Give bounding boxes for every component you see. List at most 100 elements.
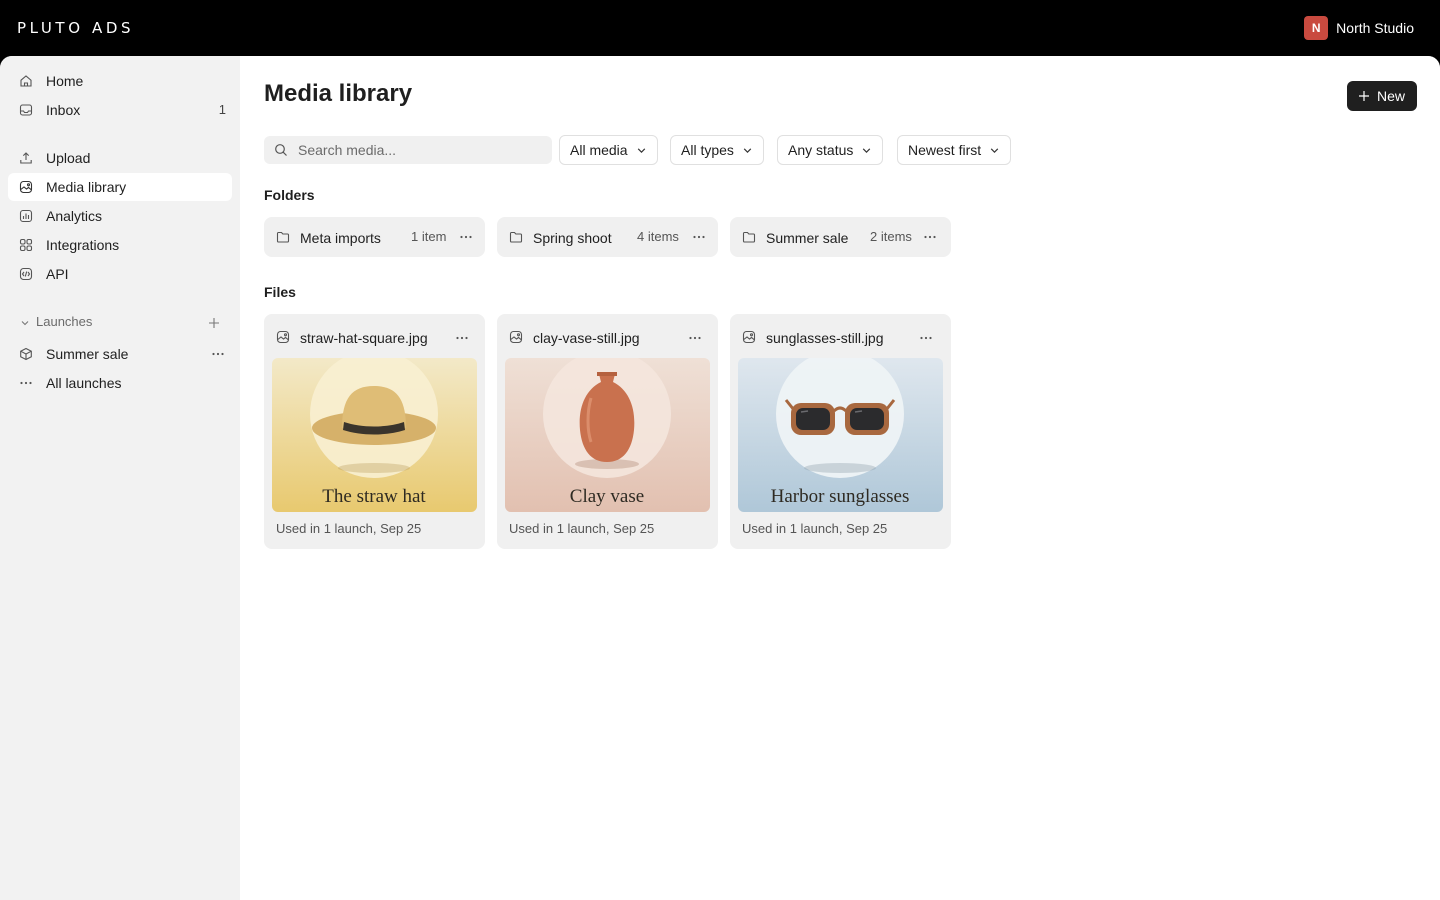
sort-label: Newest first — [908, 142, 982, 158]
folder-name: Summer sale — [766, 230, 849, 246]
more-options-icon[interactable] — [918, 330, 934, 346]
more-options-icon[interactable] — [210, 346, 226, 362]
image-file-icon — [509, 330, 523, 344]
box-icon — [20, 347, 32, 361]
sidebar-item-label: Media library — [46, 179, 127, 195]
file-card[interactable]: sunglasses-still.jpg Harbor sunglasses U… — [730, 314, 951, 549]
media-icon — [19, 180, 33, 194]
sidebar-item-label: All launches — [46, 375, 122, 391]
more-options-icon[interactable] — [458, 229, 474, 245]
image-caption: Harbor sunglasses — [771, 486, 910, 507]
straw-hat-image: The straw hat — [272, 358, 477, 512]
chevron-down-icon — [637, 147, 645, 153]
filter-label: All media — [570, 142, 628, 158]
sunglasses-image: Harbor sunglasses — [738, 358, 943, 512]
file-name: clay-vase-still.jpg — [533, 330, 640, 346]
inbox-count-badge: 1 — [218, 102, 226, 117]
sort-dropdown[interactable]: Newest first — [897, 135, 1012, 165]
image-file-icon — [742, 330, 756, 344]
file-usage-meta: Used in 1 launch, Sep 25 — [276, 521, 422, 536]
sidebar-item-analytics[interactable]: Analytics — [8, 202, 232, 230]
sidebar-item-label: Inbox — [46, 102, 81, 118]
folder-item-count: 1 item — [411, 229, 447, 244]
file-name: straw-hat-square.jpg — [300, 330, 428, 346]
more-options-icon[interactable] — [454, 330, 470, 346]
folder-card[interactable]: Spring shoot 4 items — [497, 217, 718, 257]
add-launch-icon[interactable] — [206, 315, 222, 331]
plus-icon — [1358, 91, 1369, 101]
main-content: Media library New All media All types An… — [240, 56, 1440, 900]
folder-name: Meta imports — [300, 230, 381, 246]
analytics-icon — [19, 209, 33, 223]
sidebar-item-integrations[interactable]: Integrations — [8, 231, 232, 259]
folder-icon — [276, 231, 290, 243]
sidebar-item-media-library[interactable]: Media library — [8, 173, 232, 201]
api-icon — [19, 267, 33, 281]
clay-vase-image: Clay vase — [505, 358, 710, 512]
new-button-label: New — [1376, 88, 1405, 104]
filter-label: All types — [681, 142, 734, 158]
page-title: Media library — [264, 80, 413, 107]
chevron-down-icon — [990, 147, 999, 153]
file-name: sunglasses-still.jpg — [766, 330, 884, 346]
sidebar-item-label: Home — [46, 73, 84, 89]
image-file-icon — [276, 330, 290, 344]
upload-icon — [20, 152, 32, 164]
account-name: North Studio — [1336, 20, 1414, 36]
folder-card[interactable]: Meta imports 1 item — [264, 217, 485, 257]
file-thumbnail[interactable]: Clay vase — [505, 358, 710, 512]
ellipsis-icon — [20, 381, 32, 385]
file-usage-meta: Used in 1 launch, Sep 25 — [509, 521, 655, 536]
search-icon — [275, 144, 287, 156]
avatar: N — [1304, 16, 1329, 40]
sidebar-item-label: Upload — [46, 150, 91, 166]
more-options-icon[interactable] — [922, 229, 938, 245]
home-icon — [20, 75, 32, 87]
files-heading: Files — [264, 284, 296, 300]
folders-heading: Folders — [264, 187, 315, 203]
more-options-icon[interactable] — [687, 330, 703, 346]
chevron-down-icon — [743, 147, 752, 153]
folder-card[interactable]: Summer sale 2 items — [730, 217, 951, 257]
folder-icon — [742, 231, 756, 243]
file-thumbnail[interactable]: The straw hat — [272, 358, 477, 512]
sidebar-item-all-launches[interactable]: All launches — [8, 369, 232, 397]
image-caption: Clay vase — [570, 486, 644, 507]
folder-item-count: 2 items — [870, 229, 912, 244]
app-shell: Home Inbox 1 Upload Media library Analyt… — [0, 56, 1440, 900]
sidebar-item-summer-sale[interactable]: Summer sale — [8, 340, 232, 368]
launches-section-label: Launches — [36, 314, 93, 329]
sidebar-item-upload[interactable]: Upload — [8, 144, 232, 172]
file-card[interactable]: straw-hat-square.jpg The straw hat Used … — [264, 314, 485, 549]
search-box[interactable] — [264, 136, 552, 164]
file-usage-meta: Used in 1 launch, Sep 25 — [742, 521, 888, 536]
account-switcher[interactable]: N North Studio — [1304, 16, 1414, 40]
filter-label: Any status — [788, 142, 854, 158]
filter-status-dropdown[interactable]: Any status — [777, 135, 884, 165]
chevron-down-icon[interactable] — [20, 318, 30, 328]
chevron-down-icon — [863, 147, 871, 153]
new-button[interactable]: New — [1346, 81, 1417, 111]
top-bar: PLUTO ADS N North Studio — [0, 0, 1440, 56]
filter-media-dropdown[interactable]: All media — [559, 135, 658, 165]
sidebar: Home Inbox 1 Upload Media library Analyt… — [0, 56, 240, 900]
folder-icon — [509, 231, 523, 243]
image-caption: The straw hat — [322, 486, 426, 507]
sidebar-item-inbox[interactable]: Inbox 1 — [8, 96, 232, 124]
sidebar-item-label: API — [46, 266, 69, 282]
brand-logo[interactable]: PLUTO ADS — [17, 19, 134, 37]
sidebar-item-label: Summer sale — [46, 346, 129, 362]
file-thumbnail[interactable]: Harbor sunglasses — [738, 358, 943, 512]
inbox-icon — [19, 104, 33, 116]
launches-section-header[interactable]: Launches — [8, 312, 232, 334]
folder-name: Spring shoot — [533, 230, 612, 246]
sidebar-item-api[interactable]: API — [8, 260, 232, 288]
integrations-icon — [19, 238, 33, 252]
sidebar-item-home[interactable]: Home — [8, 67, 232, 95]
sidebar-item-label: Analytics — [46, 208, 103, 224]
more-options-icon[interactable] — [691, 229, 707, 245]
folder-item-count: 4 items — [637, 229, 679, 244]
filter-type-dropdown[interactable]: All types — [670, 135, 764, 165]
file-card[interactable]: clay-vase-still.jpg Clay vase Used in 1 … — [497, 314, 718, 549]
search-input[interactable] — [298, 136, 544, 164]
